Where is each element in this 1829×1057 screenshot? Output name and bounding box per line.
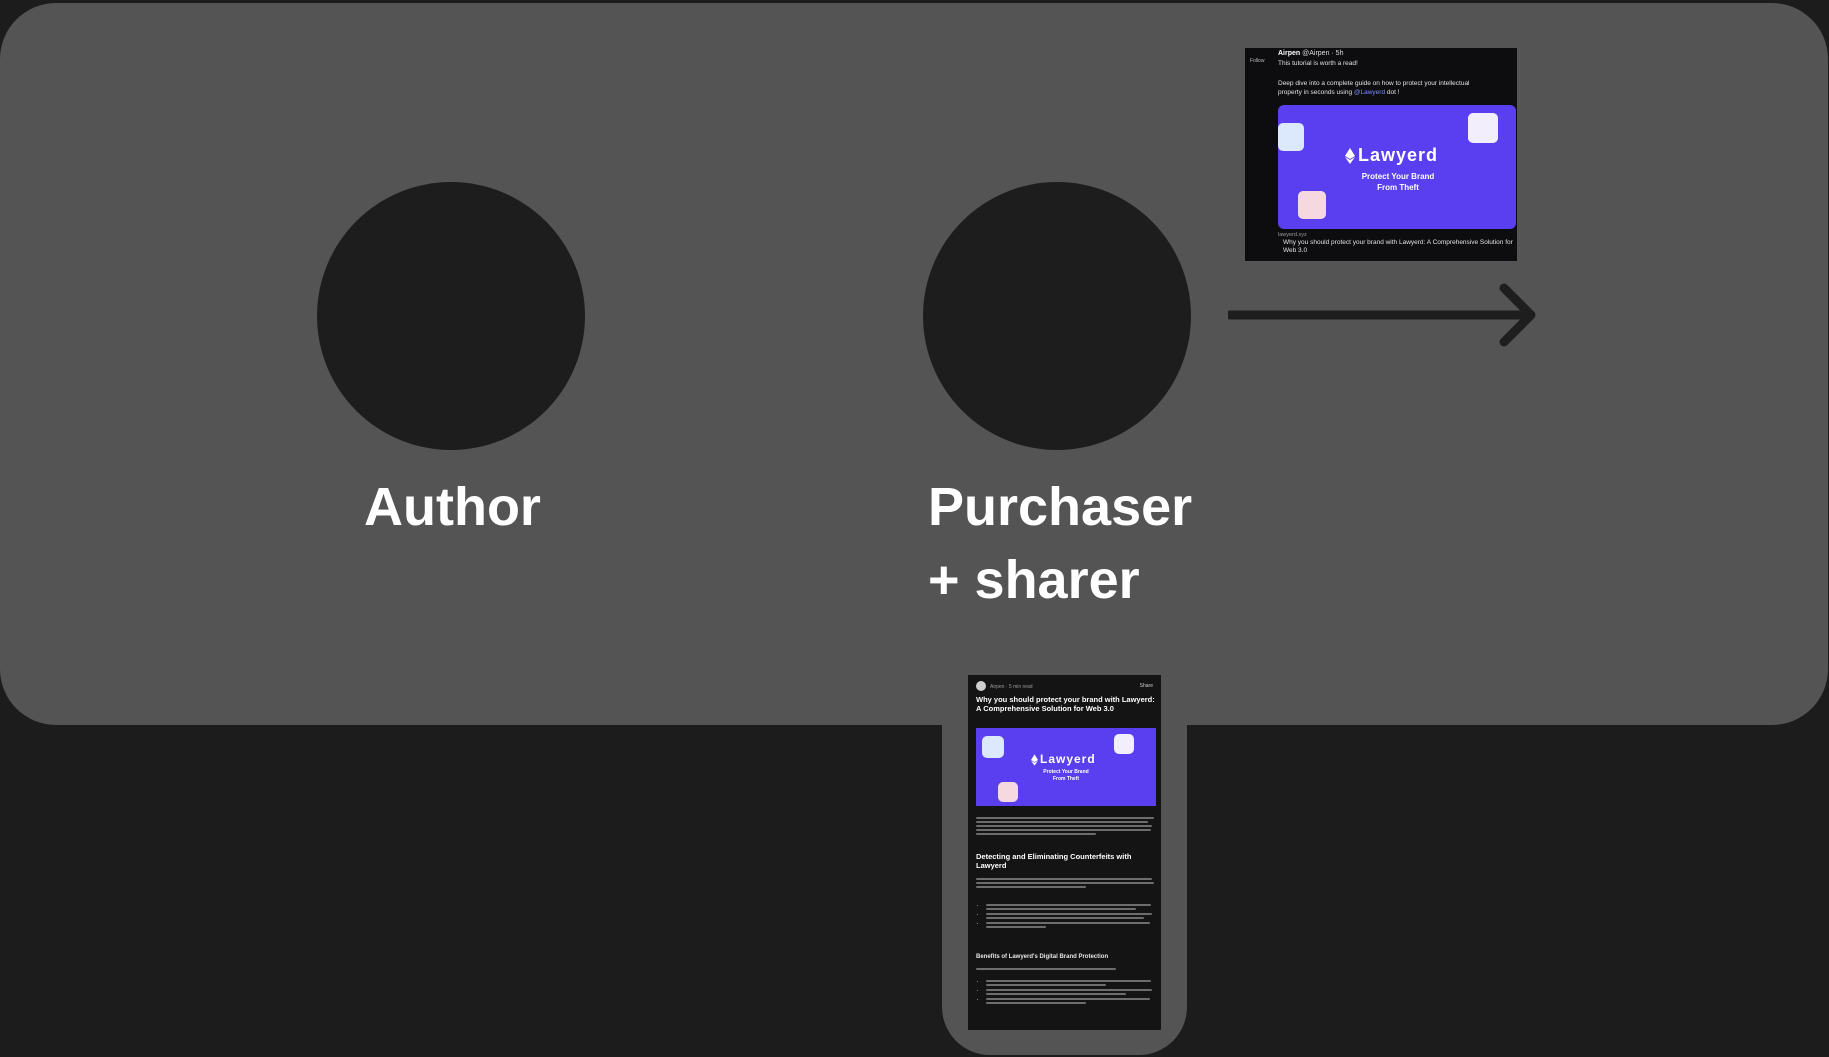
article-banner-image: Lawyerd Protect Your Brand From Theft: [976, 728, 1156, 806]
article-banner-tagline: Protect Your Brand From Theft: [1026, 769, 1106, 783]
ethereum-logo-icon: [1031, 754, 1038, 766]
article-share-label: Share: [1139, 683, 1153, 689]
sticker-image: [1468, 113, 1498, 143]
avatar: [976, 681, 986, 691]
diagram-panel: [0, 3, 1828, 725]
sticker-image: [982, 736, 1004, 758]
tweet-banner-tagline-line1: Protect Your Brand: [1361, 172, 1435, 181]
sticker-image: [1114, 734, 1134, 754]
tweet-header: Airpen @Airpen · 5h: [1278, 50, 1343, 57]
tweet-banner-tagline: Protect Your Brand From Theft: [1338, 171, 1458, 193]
article-paragraph: [976, 815, 1156, 837]
tweet-banner-image: Lawyerd Protect Your Brand From Theft: [1278, 105, 1516, 229]
tweet-text-line1: This tutorial is worth a read!: [1278, 60, 1358, 67]
tweet-screenshot: Follow Airpen @Airpen · 5h This tutorial…: [1245, 48, 1517, 261]
list-item: [986, 922, 1161, 928]
ethereum-logo-icon: [1345, 148, 1355, 164]
list-item: [986, 904, 1161, 910]
purchaser-label-line1: Purchaser: [928, 477, 1193, 537]
article-paragraph: [976, 966, 1156, 972]
tweet-text-line2: Deep dive into a complete guide on how t…: [1278, 80, 1470, 87]
author-node: [317, 182, 585, 450]
sticker-image: [1278, 123, 1304, 151]
article-banner-tagline-line1: Protect Your Brand: [1043, 769, 1089, 775]
tweet-card-caption: Why you should protect your brand with L…: [1283, 239, 1513, 254]
tweet-text-line3-post: dot !: [1385, 89, 1400, 96]
tweet-banner-tagline-line2: From Theft: [1377, 183, 1419, 192]
tweet-avatar-label: Follow: [1250, 58, 1265, 64]
article-list: [976, 902, 1161, 931]
purchaser-node: [923, 182, 1191, 450]
purchaser-label-line2: + sharer: [928, 550, 1140, 610]
sticker-image: [998, 782, 1018, 802]
list-item: [986, 989, 1161, 995]
article-subheading: Benefits of Lawyerd's Digital Brand Prot…: [976, 954, 1109, 960]
article-meta: Airpen · 5 min read: [990, 684, 1033, 690]
article-banner-tagline-line2: From Theft: [1052, 776, 1080, 782]
article-screenshot: Airpen · 5 min read Share Why you should…: [968, 675, 1161, 1030]
article-paragraph: [976, 876, 1156, 890]
sticker-image: [1298, 191, 1326, 219]
article-header: Airpen · 5 min read Share: [976, 681, 1153, 691]
tweet-mention-link: @Lawyerd: [1353, 89, 1386, 96]
tweet-author-name: Airpen: [1278, 50, 1301, 57]
list-item: [986, 913, 1161, 919]
list-item: [986, 998, 1161, 1004]
tweet-text-line3: property in seconds using @Lawyerd dot !: [1278, 89, 1400, 96]
tweet-banner-brand: Lawyerd: [1358, 145, 1439, 165]
article-banner-brand: Lawyerd: [1040, 752, 1096, 766]
tweet-text-line3-pre: property in seconds using: [1278, 89, 1354, 96]
tweet-card-domain: lawyerd.xyz: [1278, 232, 1307, 238]
article-title: Why you should protect your brand with L…: [976, 695, 1155, 713]
list-item: [986, 980, 1161, 986]
author-label: Author: [364, 477, 541, 537]
article-heading: Detecting and Eliminating Counterfeits w…: [976, 852, 1132, 870]
right-arrow-icon: [1228, 283, 1536, 347]
article-list: [976, 978, 1161, 1007]
purchaser-label: Purchaser + sharer: [928, 471, 1192, 617]
tweet-handle-time: @Airpen · 5h: [1302, 50, 1344, 57]
canvas: Author Purchaser + sharer Follow Airpen …: [0, 0, 1829, 1057]
